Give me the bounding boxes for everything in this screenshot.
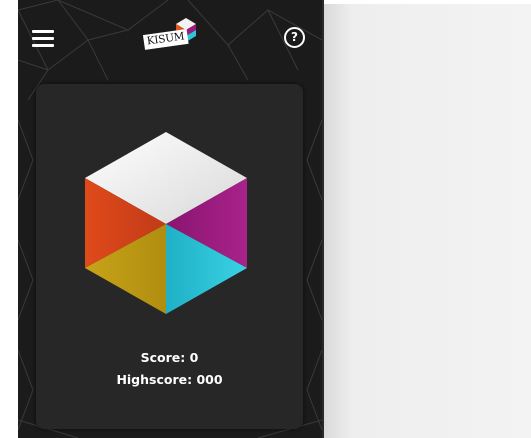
score-label: Score: 0 <box>140 350 199 365</box>
app-screen: KISUM ? Score: 0 Highscore: 000 <box>0 0 531 438</box>
color-cube-game-board[interactable] <box>85 132 247 314</box>
empty-content-area <box>322 4 531 438</box>
help-icon: ? <box>291 30 298 44</box>
game-panel: Score: 0 Highscore: 000 <box>36 84 303 429</box>
help-button[interactable]: ? <box>284 27 305 48</box>
phone-frame: KISUM ? Score: 0 Highscore: 000 <box>18 0 324 438</box>
menu-button[interactable] <box>32 28 54 48</box>
highscore-label: Highscore: 000 <box>116 372 223 387</box>
logo-text: KISUM <box>142 28 189 50</box>
kisum-logo: KISUM <box>142 18 202 62</box>
